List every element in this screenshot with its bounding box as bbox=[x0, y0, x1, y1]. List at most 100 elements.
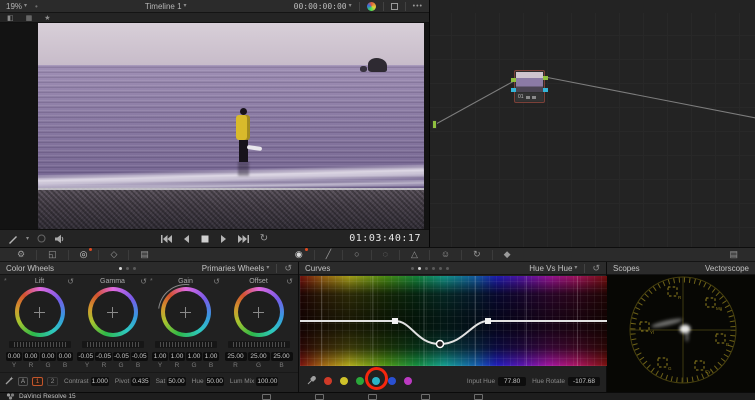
value-box[interactable]: 1.00 bbox=[186, 352, 202, 361]
curves-page-dots[interactable] bbox=[410, 266, 449, 270]
page-edit-icon[interactable] bbox=[315, 394, 324, 400]
hue-swatch-green[interactable] bbox=[356, 377, 364, 385]
hue-swatch-red[interactable] bbox=[324, 377, 332, 385]
curve-point[interactable] bbox=[485, 318, 491, 324]
scope-mode-select[interactable]: Vectorscope bbox=[705, 264, 749, 273]
reset-icon[interactable]: ↺ bbox=[67, 277, 74, 286]
step-back-button[interactable] bbox=[183, 234, 190, 243]
offset-color-wheel[interactable] bbox=[233, 287, 284, 337]
tracker-icon[interactable]: ◌ bbox=[374, 248, 397, 261]
value-box[interactable]: -0.05 bbox=[95, 352, 112, 361]
node-rgb-input[interactable] bbox=[511, 78, 516, 82]
wheels-mode-select[interactable]: Primaries Wheels bbox=[202, 264, 265, 273]
node-graph[interactable]: 01 bbox=[430, 13, 755, 247]
power-window-icon[interactable]: ○ bbox=[345, 248, 368, 261]
grade-mode-icon[interactable] bbox=[8, 234, 18, 244]
input-hue-field[interactable]: 77.80 bbox=[498, 376, 527, 386]
color-wheels-palette-icon[interactable]: ◎ bbox=[71, 248, 97, 261]
enhanced-viewer-icon[interactable]: ★ bbox=[44, 14, 50, 22]
curves-palette-icon[interactable]: ◉ bbox=[286, 248, 312, 261]
offset-master-wheel[interactable] bbox=[227, 341, 290, 348]
timeline-select[interactable]: Timeline 1 ▾ bbox=[145, 2, 187, 11]
gamma-color-wheel[interactable] bbox=[87, 287, 138, 337]
value-box[interactable]: 1.00 bbox=[152, 352, 168, 361]
curves-mode-select[interactable]: Hue Vs Hue bbox=[529, 264, 572, 273]
value-box[interactable]: -0.05 bbox=[113, 352, 130, 361]
lum-mix-field[interactable]: 100.00 bbox=[256, 377, 279, 386]
gamma-master-wheel[interactable] bbox=[81, 341, 144, 348]
unmix-icon[interactable] bbox=[37, 234, 46, 243]
value-box[interactable]: -0.05 bbox=[130, 352, 148, 361]
hue-field[interactable]: 50.00 bbox=[205, 377, 224, 386]
reset-icon[interactable]: ↺ bbox=[140, 277, 147, 286]
node-rgb-output[interactable] bbox=[543, 76, 548, 80]
page-deliver-icon[interactable] bbox=[474, 394, 483, 400]
qualifier-picker-icon[interactable]: ╱ bbox=[317, 248, 340, 261]
hue-swatch-blue[interactable] bbox=[388, 377, 396, 385]
value-box[interactable]: 0.00 bbox=[40, 352, 56, 361]
go-to-end-button[interactable] bbox=[237, 234, 249, 243]
split-screen-icon[interactable]: ▦ bbox=[26, 14, 33, 22]
reset-icon[interactable]: ↺ bbox=[213, 277, 220, 286]
corrector-node-01[interactable]: 01 bbox=[511, 70, 548, 103]
reset-icon[interactable]: ↺ bbox=[284, 263, 292, 273]
hue-swatch-yellow[interactable] bbox=[340, 377, 348, 385]
value-box[interactable]: 25.00 bbox=[247, 352, 270, 361]
hue-rotate-field[interactable]: -107.68 bbox=[568, 376, 600, 386]
page-color-icon[interactable] bbox=[368, 394, 377, 400]
gain-color-wheel[interactable] bbox=[160, 287, 211, 337]
hue-curve[interactable] bbox=[300, 276, 607, 366]
go-to-start-button[interactable] bbox=[160, 234, 172, 243]
reset-icon[interactable]: ↺ bbox=[286, 277, 293, 286]
eyedropper-icon[interactable] bbox=[307, 375, 316, 387]
curve-point[interactable] bbox=[392, 318, 398, 324]
value-box[interactable]: 1.00 bbox=[169, 352, 185, 361]
node-key-output[interactable] bbox=[543, 88, 548, 92]
scopes-expand-icon[interactable]: ▤ bbox=[720, 248, 747, 261]
wipe-mode-icon[interactable]: ◧ bbox=[7, 14, 14, 22]
play-button[interactable] bbox=[220, 234, 227, 243]
overflow-menu-icon[interactable]: ••• bbox=[413, 3, 423, 10]
auto-wand-icon[interactable] bbox=[5, 376, 14, 387]
qualifier-icon[interactable]: △ bbox=[402, 248, 427, 261]
source-connector[interactable] bbox=[432, 120, 437, 129]
value-box[interactable]: 25.00 bbox=[224, 352, 247, 361]
contrast-field[interactable]: 1.000 bbox=[90, 377, 109, 386]
hue-vs-hue-graph[interactable] bbox=[300, 276, 607, 366]
face-refinement-icon[interactable]: ☺ bbox=[432, 248, 459, 261]
wheels-page-1-button[interactable]: 1 bbox=[32, 377, 43, 386]
lift-master-wheel[interactable] bbox=[8, 341, 71, 348]
stills-icon[interactable]: ▤ bbox=[131, 248, 158, 261]
header-timecode-field[interactable]: 00:00:00:00 bbox=[294, 2, 347, 11]
value-box[interactable]: 1.00 bbox=[203, 352, 219, 361]
camera-raw-icon[interactable]: ⚙ bbox=[8, 248, 34, 261]
curve-point-selected[interactable] bbox=[435, 339, 445, 349]
page-fairlight-icon[interactable] bbox=[421, 394, 430, 400]
color-page-icon[interactable] bbox=[366, 1, 376, 11]
value-box[interactable]: 25.00 bbox=[270, 352, 293, 361]
loop-icon[interactable]: ↻ bbox=[260, 233, 268, 244]
wheels-page-dots[interactable] bbox=[119, 266, 137, 270]
keyframe-palette-icon[interactable]: ◆ bbox=[495, 248, 520, 261]
pivot-field[interactable]: 0.435 bbox=[131, 377, 150, 386]
auto-balance-button[interactable]: A bbox=[18, 377, 28, 386]
value-box[interactable]: -0.05 bbox=[77, 352, 95, 361]
playhead-timecode[interactable]: 01:03:40:17 bbox=[311, 233, 421, 244]
value-box[interactable]: 0.00 bbox=[57, 352, 73, 361]
expand-icon[interactable] bbox=[390, 2, 398, 10]
value-box[interactable]: 0.00 bbox=[6, 352, 22, 361]
page-media-icon[interactable] bbox=[262, 394, 271, 400]
lift-color-wheel[interactable] bbox=[14, 287, 65, 337]
rotate-palette-icon[interactable]: ↻ bbox=[464, 248, 490, 261]
wheels-page-2-button[interactable]: 2 bbox=[47, 377, 58, 386]
hue-swatch-magenta[interactable] bbox=[404, 377, 412, 385]
audio-mute-icon[interactable] bbox=[54, 234, 65, 244]
node-key-input[interactable] bbox=[511, 88, 516, 92]
sat-field[interactable]: 50.00 bbox=[167, 377, 186, 386]
motion-effects-icon[interactable]: ◇ bbox=[101, 248, 126, 261]
sizing-palette-icon[interactable]: ◱ bbox=[39, 248, 66, 261]
value-box[interactable]: 0.00 bbox=[23, 352, 39, 361]
gain-master-wheel[interactable] bbox=[154, 341, 217, 348]
stop-button[interactable] bbox=[201, 235, 209, 243]
viewer-zoom-select[interactable]: 19% ▾ • bbox=[6, 2, 38, 11]
